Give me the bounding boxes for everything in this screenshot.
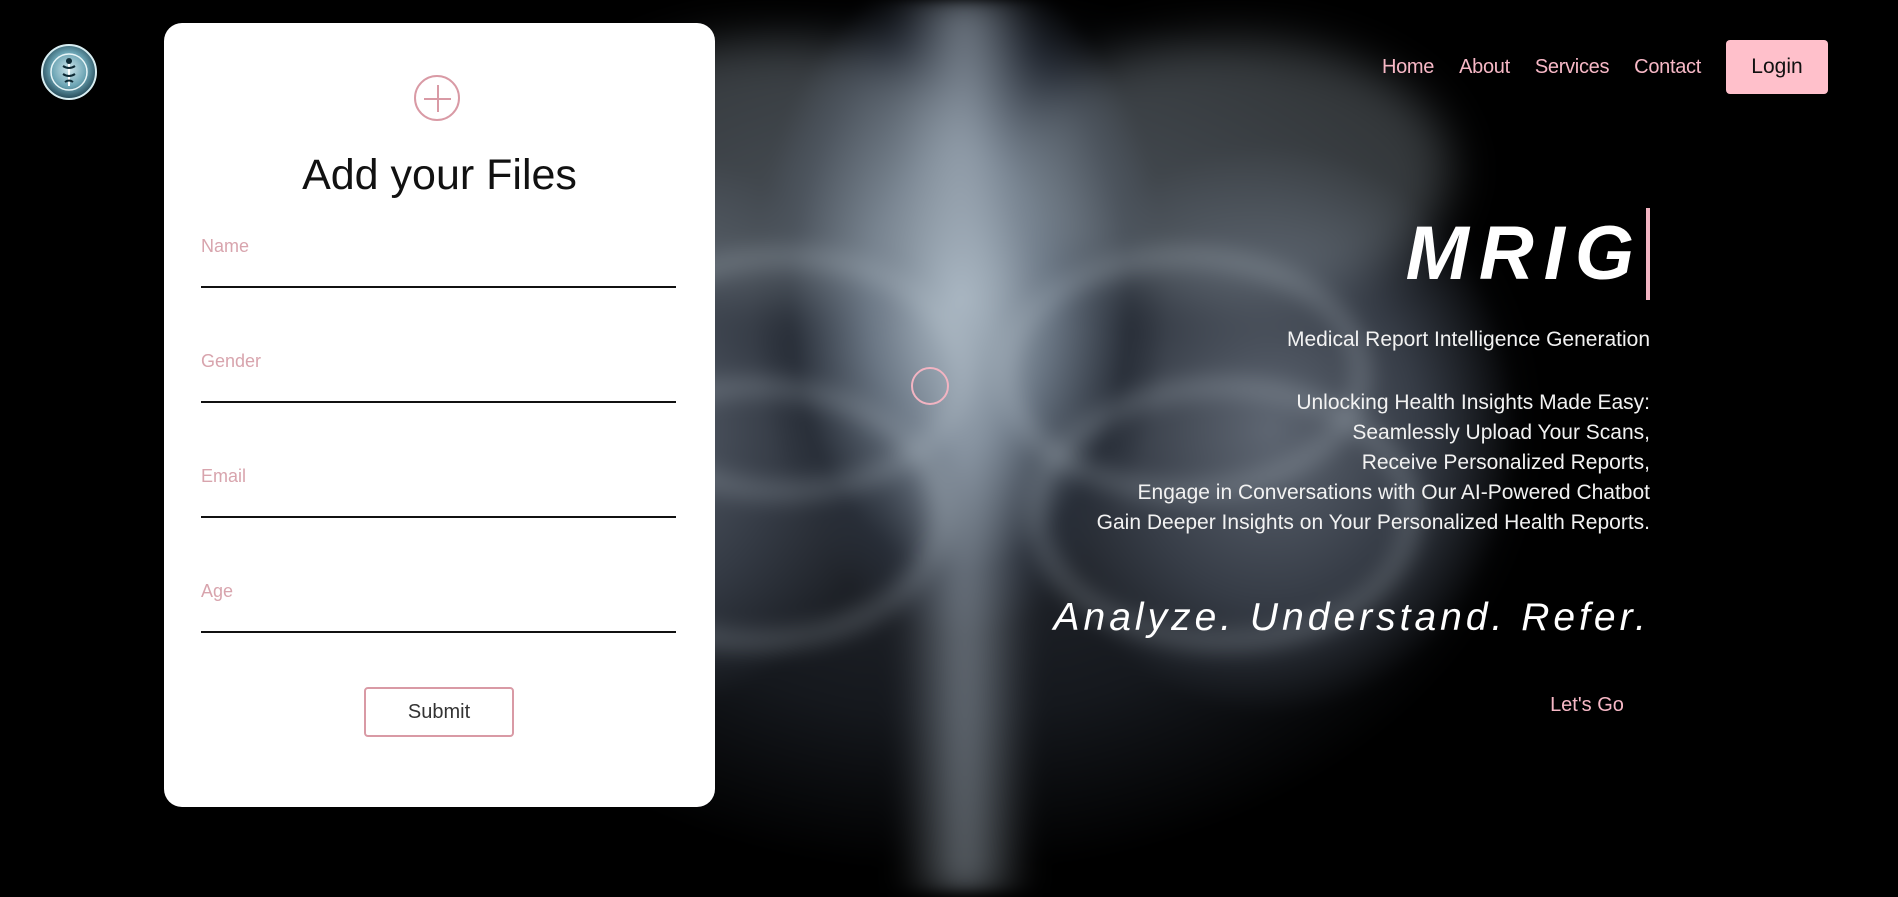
nav-about-link[interactable]: About (1459, 56, 1510, 79)
lets-go-button[interactable]: Let's Go (1524, 678, 1650, 732)
nav-contact-link[interactable]: Contact (1634, 56, 1701, 79)
typing-caret (1646, 208, 1650, 300)
nav-home-link[interactable]: Home (1382, 56, 1434, 79)
form-title: Add your Files (302, 151, 577, 199)
caduceus-logo-icon[interactable] (41, 44, 97, 100)
description-line: Engage in Conversations with Our AI-Powe… (1137, 481, 1650, 504)
gender-label: Gender (201, 351, 262, 371)
hero-tagline: Analyze. Understand. Refer. (1053, 596, 1650, 639)
description-line: Seamlessly Upload Your Scans, (1352, 421, 1650, 444)
description-line: Unlocking Health Insights Made Easy: (1296, 391, 1650, 414)
email-field[interactable]: Email (201, 466, 676, 518)
email-label: Email (201, 466, 247, 486)
hero-description: Unlocking Health Insights Made Easy: Sea… (1097, 388, 1650, 538)
top-nav: Home About Services Contact Login (1382, 40, 1828, 94)
age-label: Age (201, 581, 234, 601)
age-underline (201, 631, 676, 633)
submit-button[interactable]: Submit (364, 687, 514, 737)
description-line: Receive Personalized Reports, (1361, 451, 1650, 474)
email-underline (201, 516, 676, 518)
plus-circle-icon[interactable] (414, 75, 460, 121)
name-label: Name (201, 236, 250, 256)
description-line: Gain Deeper Insights on Your Personalize… (1096, 511, 1650, 534)
cursor-ring-icon (911, 367, 949, 405)
login-button[interactable]: Login (1726, 40, 1828, 94)
upload-form-card: Add your Files Name Gender Email Age Sub… (164, 23, 715, 807)
name-underline (201, 286, 676, 288)
age-field[interactable]: Age (201, 581, 676, 633)
brand-title-wrap: MRIG (1406, 208, 1650, 300)
gender-underline (201, 401, 676, 403)
gender-field[interactable]: Gender (201, 351, 676, 403)
nav-services-link[interactable]: Services (1535, 56, 1610, 79)
hero-subtitle: Medical Report Intelligence Generation (1286, 328, 1650, 351)
brand-title: MRIG (1405, 211, 1644, 296)
name-field[interactable]: Name (201, 236, 676, 288)
